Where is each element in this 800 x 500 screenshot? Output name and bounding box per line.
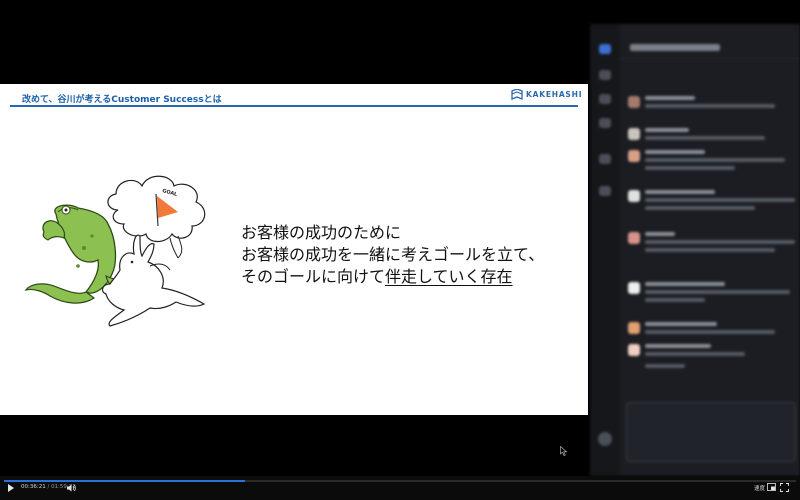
message-line-3: そのゴールに向けて伴走していく存在 <box>241 266 581 288</box>
speed-button[interactable]: 速度 <box>754 484 765 492</box>
volume-icon[interactable] <box>66 483 76 493</box>
rail-icon[interactable] <box>599 186 611 196</box>
progress-bar[interactable] <box>4 480 796 482</box>
frog-rabbit-illustration: GOAL <box>24 175 206 327</box>
rail-icon[interactable] <box>599 70 611 80</box>
rail-icon[interactable] <box>599 118 611 128</box>
rail-icon[interactable] <box>599 154 611 164</box>
mouse-cursor-icon <box>560 446 568 456</box>
channel-name <box>630 44 720 51</box>
message-line-3-text: そのゴールに向けて <box>241 267 386 286</box>
message-underlined-phrase: 伴走していく存在 <box>385 267 513 286</box>
fullscreen-icon[interactable] <box>780 483 789 492</box>
kakehashi-logo: KAKEHASHI <box>511 89 582 100</box>
presentation-slide: 改めて、谷川が考えるCustomer Successとは KAKEHASHI G… <box>0 84 588 415</box>
rail-icon[interactable] <box>599 94 611 104</box>
logo-text: KAKEHASHI <box>526 90 583 99</box>
user-avatar[interactable] <box>598 432 612 446</box>
kakehashi-logo-icon <box>511 89 523 100</box>
workspace-rail <box>590 24 620 476</box>
message-line-1: お客様の成功のために <box>241 223 402 242</box>
chat-panel[interactable] <box>590 24 800 476</box>
slide-message: お客様の成功のために お客様の成功を一緒に考えゴールを立て、 そのゴールに向けて… <box>241 222 581 288</box>
current-time: 00:36:21 <box>21 484 46 490</box>
channel-header <box>620 40 800 59</box>
message-composer[interactable] <box>626 402 796 462</box>
home-icon[interactable] <box>599 44 611 54</box>
message-line-2: お客様の成功を一緒に考えゴールを立て、 <box>241 245 545 264</box>
play-icon[interactable] <box>8 484 14 492</box>
picture-in-picture-icon[interactable] <box>767 483 776 491</box>
progress-fill <box>4 480 245 482</box>
slide-title-rule <box>10 105 578 107</box>
slide-title: 改めて、谷川が考えるCustomer Successとは <box>22 95 222 105</box>
